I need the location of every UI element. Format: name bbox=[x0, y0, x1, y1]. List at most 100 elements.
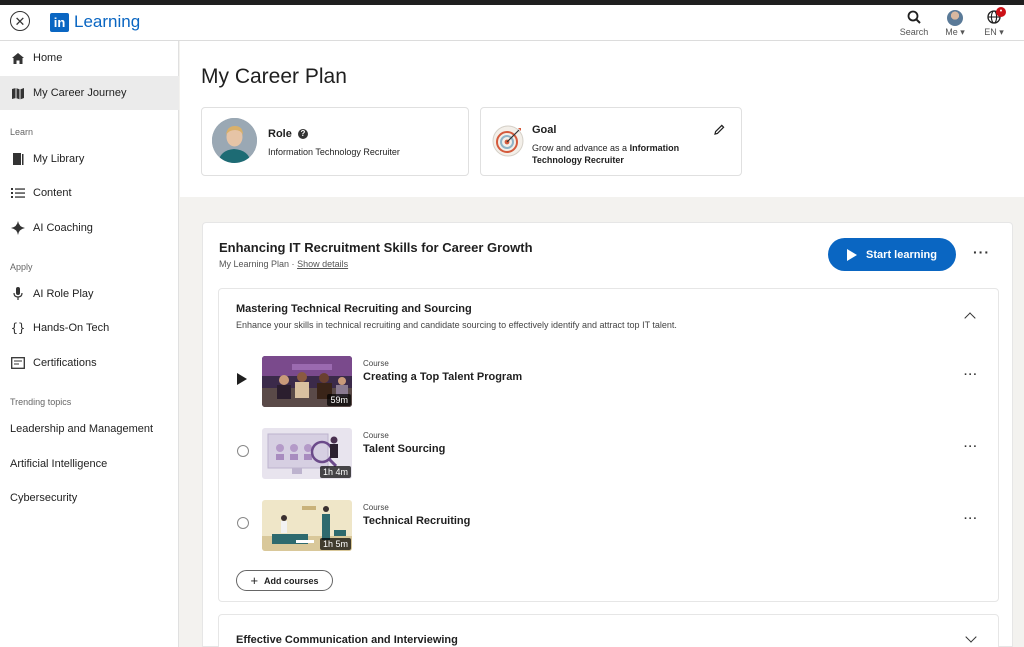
goal-value-part2: Technology Recruiter bbox=[532, 155, 624, 165]
course-more-button[interactable]: ··· bbox=[964, 513, 978, 525]
course-duration: 1h 5m bbox=[319, 538, 351, 550]
list-icon bbox=[10, 187, 26, 199]
course-row[interactable]: 59m Course Creating a Top Talent Program… bbox=[219, 353, 998, 409]
sidebar-item-label: Certifications bbox=[33, 357, 97, 369]
topic-leadership-and-management[interactable]: Leadership and Management bbox=[10, 423, 153, 435]
course-title[interactable]: Creating a Top Talent Program bbox=[363, 371, 522, 383]
sidebar-item-ai-role-play[interactable]: AI Role Play bbox=[0, 277, 179, 311]
sidebar-item-label: Hands-On Tech bbox=[33, 322, 110, 334]
logo-text: Learning bbox=[74, 12, 141, 31]
section-title: Mastering Technical Recruiting and Sourc… bbox=[236, 303, 472, 315]
course-more-button[interactable]: ··· bbox=[964, 441, 978, 453]
page-title: My Career Plan bbox=[201, 65, 347, 88]
chevron-down-icon[interactable] bbox=[965, 631, 977, 643]
linkedin-logo-icon: in bbox=[50, 12, 69, 32]
add-courses-label: Add courses bbox=[264, 575, 319, 586]
top-header: ✕ in Learning Search Me ▾ • EN ▾ bbox=[0, 5, 1024, 41]
search-label: Search bbox=[899, 27, 929, 37]
edit-pencil-icon[interactable] bbox=[714, 124, 725, 135]
close-button[interactable]: ✕ bbox=[10, 11, 30, 31]
course-row[interactable]: 1h 5m Course Technical Recruiting ··· bbox=[219, 497, 998, 553]
home-icon bbox=[10, 52, 26, 65]
add-courses-button[interactable]: + Add courses bbox=[236, 570, 333, 591]
language-button[interactable]: • EN ▾ bbox=[978, 7, 1010, 38]
plan-section-technical-recruiting: Mastering Technical Recruiting and Sourc… bbox=[218, 288, 999, 602]
map-icon bbox=[10, 87, 26, 100]
sidebar-item-my-library[interactable]: My Library bbox=[0, 142, 179, 176]
course-type: Course bbox=[363, 503, 389, 512]
course-thumbnail[interactable]: 59m bbox=[262, 356, 352, 407]
plan-title: Enhancing IT Recruitment Skills for Care… bbox=[219, 240, 533, 255]
role-avatar bbox=[212, 118, 257, 163]
course-thumbnail[interactable]: 1h 5m bbox=[262, 500, 352, 551]
help-icon[interactable]: ? bbox=[298, 129, 308, 139]
empty-circle-icon bbox=[237, 445, 249, 457]
chevron-up-icon[interactable] bbox=[964, 312, 976, 324]
code-braces-icon: {} bbox=[10, 321, 26, 335]
topic-artificial-intelligence[interactable]: Artificial Intelligence bbox=[10, 458, 107, 470]
sidebar: Home My Career Journey Learn My Library … bbox=[0, 41, 179, 647]
linkedin-learning-logo[interactable]: in Learning bbox=[50, 12, 140, 32]
sidebar-item-label: AI Coaching bbox=[33, 222, 93, 234]
start-learning-label: Start learning bbox=[866, 248, 937, 261]
role-card[interactable]: Role ? Information Technology Recruiter bbox=[201, 107, 469, 176]
course-row[interactable]: 1h 4m Course Talent Sourcing ··· bbox=[219, 425, 998, 481]
course-thumbnail[interactable]: 1h 4m bbox=[262, 428, 352, 479]
language-label: EN bbox=[984, 27, 997, 37]
course-status-radio[interactable] bbox=[237, 445, 249, 457]
search-button[interactable]: Search bbox=[896, 8, 932, 37]
course-more-button[interactable]: ··· bbox=[964, 369, 978, 381]
section-description: Enhance your skills in technical recruit… bbox=[236, 320, 677, 330]
goal-title: Goal bbox=[532, 124, 557, 136]
avatar bbox=[947, 10, 963, 26]
career-plan-header: My Career Plan Role ? Information Techno… bbox=[180, 41, 1024, 197]
me-menu-button[interactable]: Me ▾ bbox=[938, 8, 972, 38]
goal-description: Grow and advance as a Information Techno… bbox=[532, 142, 732, 166]
sparkle-icon bbox=[10, 221, 26, 235]
course-duration: 1h 4m bbox=[319, 466, 351, 478]
caret-down-icon: ▾ bbox=[999, 27, 1004, 37]
course-type: Course bbox=[363, 359, 389, 368]
caret-down-icon: ▾ bbox=[960, 27, 965, 37]
me-label: Me bbox=[945, 27, 958, 37]
sidebar-item-label: AI Role Play bbox=[33, 288, 94, 300]
course-type: Course bbox=[363, 431, 389, 440]
notification-badge: • bbox=[996, 7, 1006, 17]
course-play-button[interactable] bbox=[237, 373, 247, 385]
course-duration: 59m bbox=[327, 394, 351, 406]
empty-circle-icon bbox=[237, 517, 249, 529]
search-icon bbox=[907, 10, 921, 24]
sidebar-item-home[interactable]: Home bbox=[0, 41, 179, 75]
section-title: Effective Communication and Interviewing bbox=[236, 634, 458, 646]
goal-card[interactable]: Goal Grow and advance as a Information T… bbox=[480, 107, 742, 176]
more-options-button[interactable]: ··· bbox=[973, 244, 990, 260]
sidebar-section-trending: Trending topics bbox=[10, 397, 72, 407]
sidebar-item-label: My Career Journey bbox=[33, 87, 127, 99]
target-icon bbox=[492, 125, 524, 157]
plan-section-communication[interactable]: Effective Communication and Interviewing bbox=[218, 614, 999, 647]
sidebar-item-hands-on-tech[interactable]: {} Hands-On Tech bbox=[0, 311, 179, 345]
course-title[interactable]: Talent Sourcing bbox=[363, 443, 445, 455]
sidebar-item-label: Home bbox=[33, 52, 63, 64]
library-icon bbox=[10, 152, 26, 166]
goal-prefix: Grow and advance as a bbox=[532, 143, 628, 153]
course-title[interactable]: Technical Recruiting bbox=[363, 515, 470, 527]
certificate-icon bbox=[10, 357, 26, 369]
plan-subtitle-text: My Learning Plan · bbox=[219, 259, 295, 269]
sidebar-item-ai-coaching[interactable]: AI Coaching bbox=[0, 211, 179, 245]
sidebar-section-apply: Apply bbox=[10, 262, 33, 272]
show-details-link[interactable]: Show details bbox=[297, 259, 348, 269]
play-icon bbox=[847, 248, 858, 261]
close-icon: ✕ bbox=[14, 13, 26, 29]
role-title: Role bbox=[268, 128, 292, 140]
sidebar-item-my-career-journey[interactable]: My Career Journey bbox=[0, 76, 179, 110]
goal-value-part1: Information bbox=[629, 143, 680, 153]
sidebar-item-label: Content bbox=[33, 187, 72, 199]
sidebar-item-certifications[interactable]: Certifications bbox=[0, 346, 179, 380]
plan-subtitle: My Learning Plan · Show details bbox=[219, 259, 348, 269]
topic-cybersecurity[interactable]: Cybersecurity bbox=[10, 492, 77, 504]
plus-icon: + bbox=[250, 573, 259, 588]
sidebar-item-content[interactable]: Content bbox=[0, 176, 179, 210]
course-status-radio[interactable] bbox=[237, 517, 249, 529]
start-learning-button[interactable]: Start learning bbox=[828, 238, 956, 271]
